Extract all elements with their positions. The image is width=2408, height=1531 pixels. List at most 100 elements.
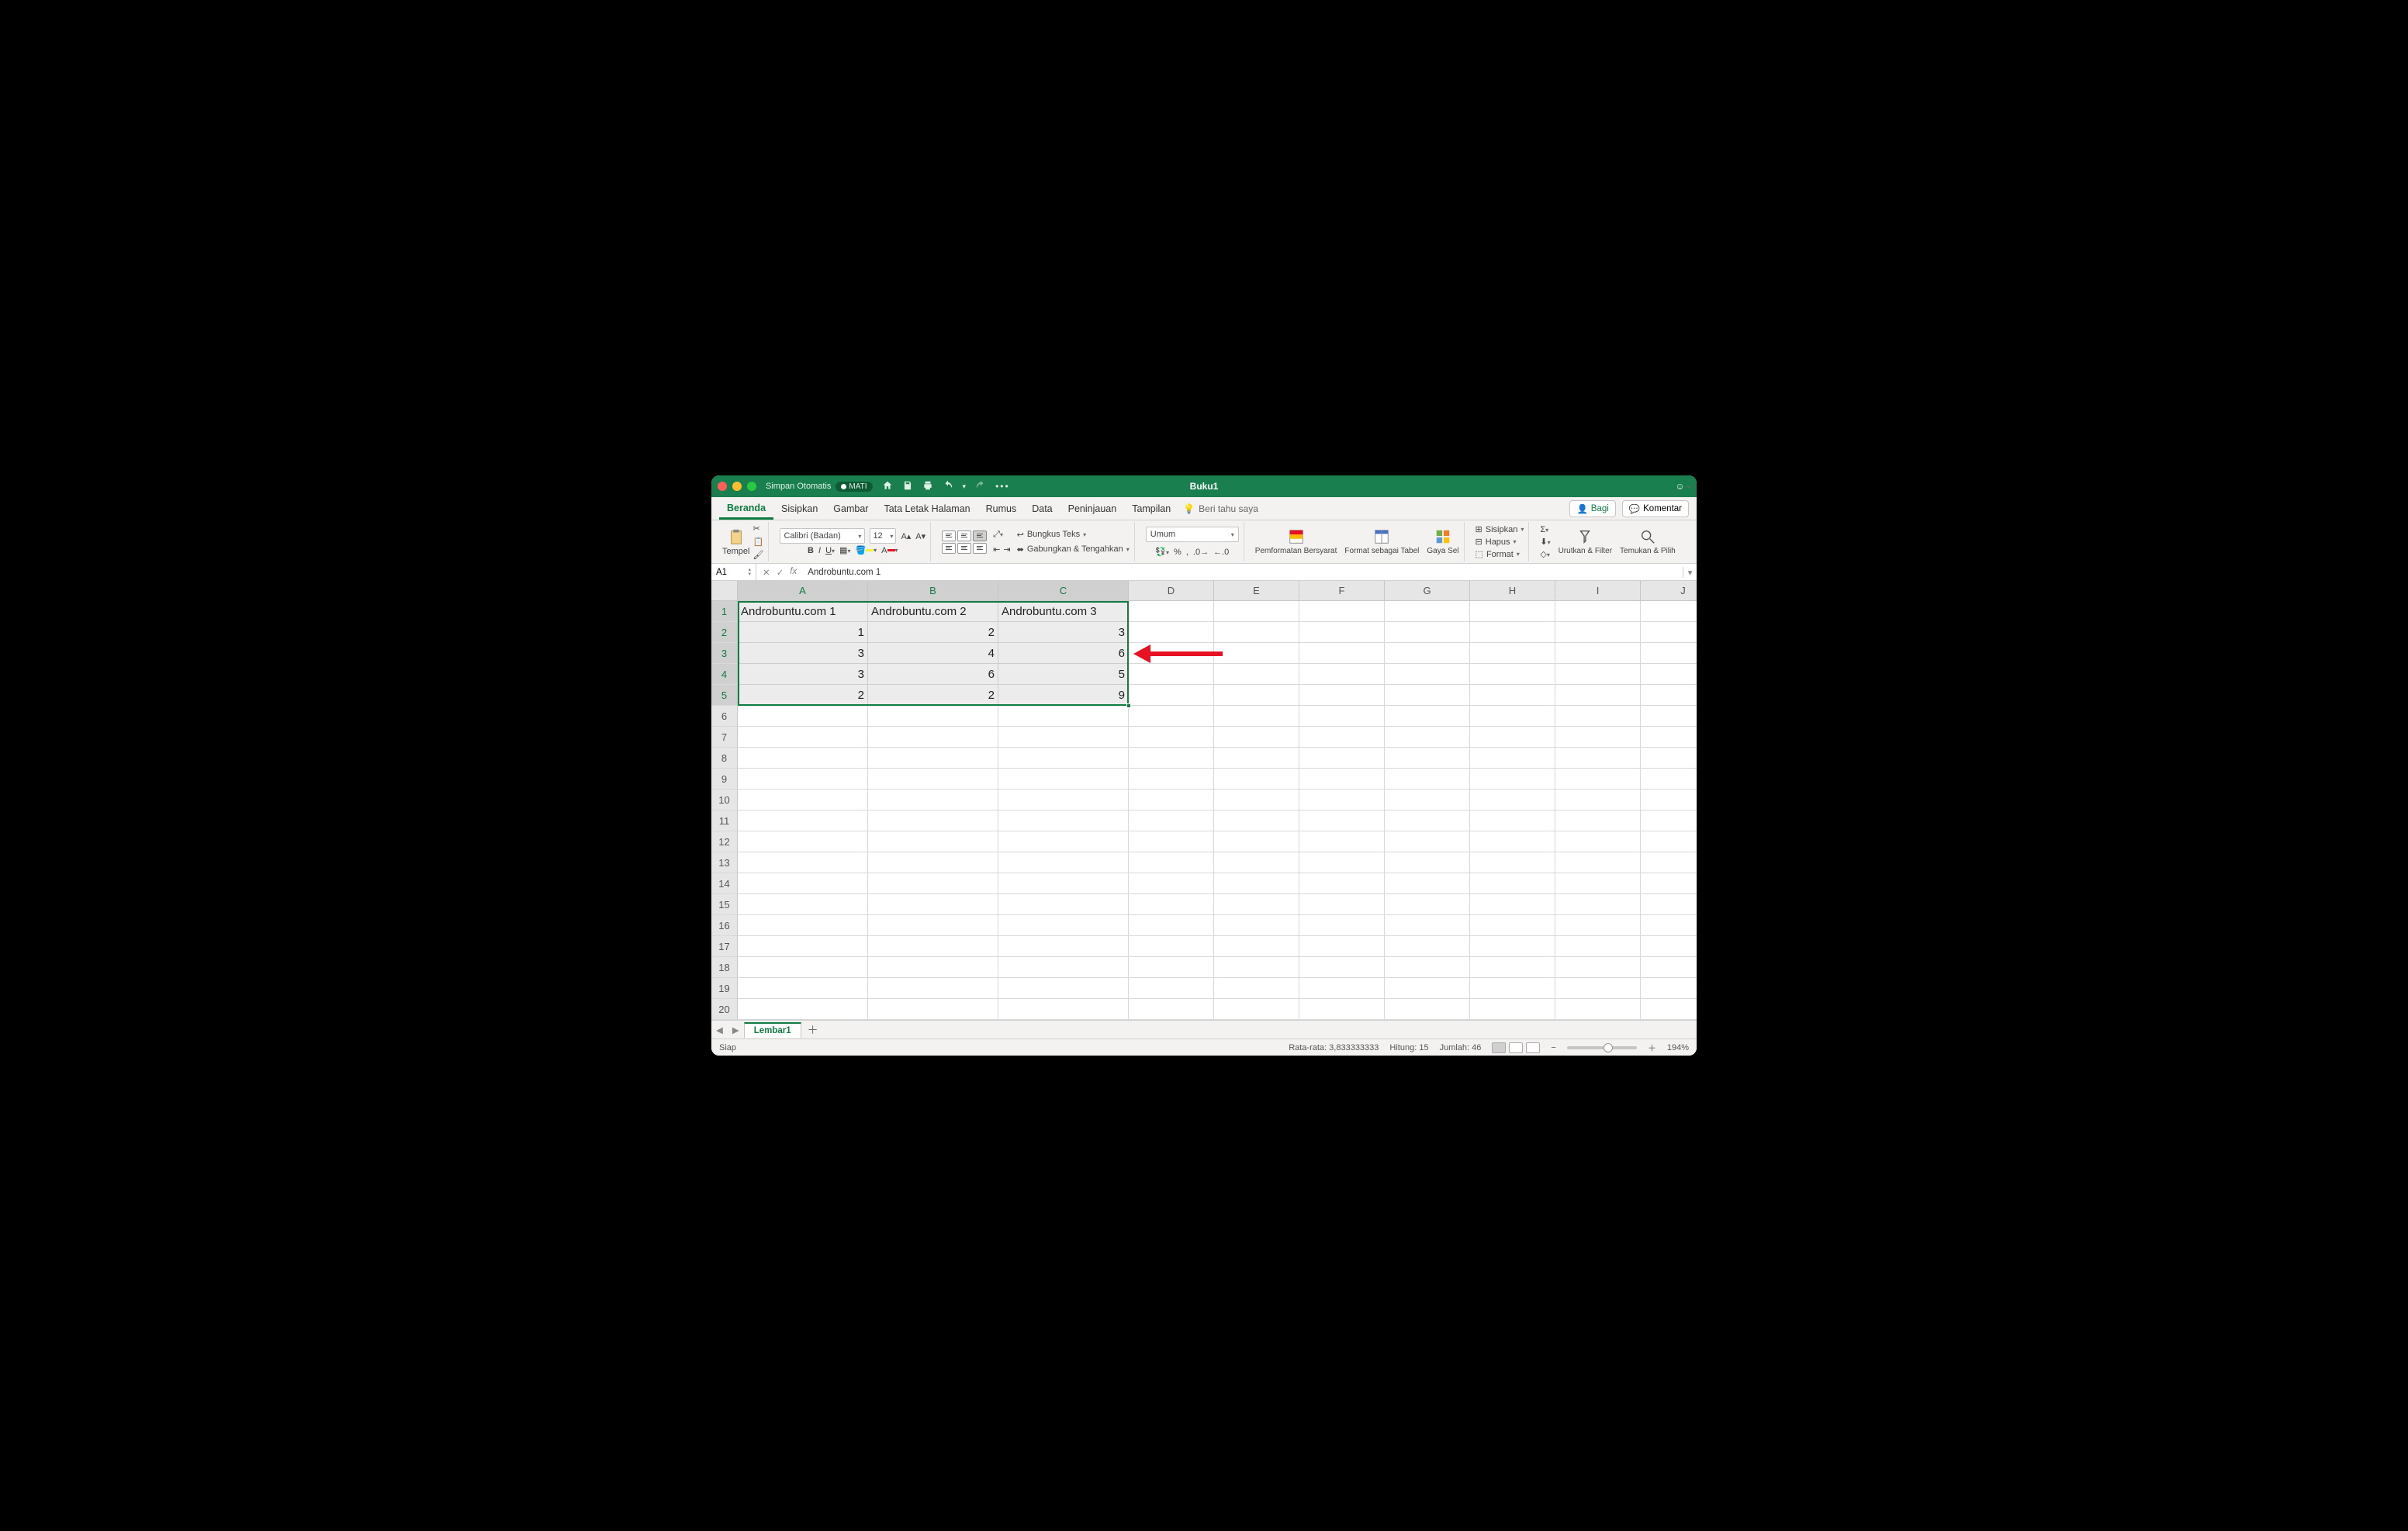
font-color-button[interactable]: A▾ — [881, 546, 898, 555]
cell[interactable] — [1555, 957, 1641, 978]
tab-rumus[interactable]: Rumus — [978, 499, 1025, 519]
cell[interactable] — [1214, 748, 1299, 769]
cell[interactable] — [1470, 852, 1555, 873]
fx-icon[interactable]: fx — [790, 567, 797, 578]
cell[interactable] — [868, 894, 998, 915]
cell[interactable] — [1555, 873, 1641, 894]
cell[interactable] — [1214, 643, 1299, 664]
cell[interactable] — [1129, 748, 1214, 769]
cell[interactable] — [1641, 706, 1697, 727]
cell[interactable] — [1385, 810, 1470, 831]
cell[interactable] — [868, 790, 998, 810]
column-header[interactable]: G — [1385, 581, 1470, 601]
column-header[interactable]: C — [998, 581, 1129, 601]
autosum-icon[interactable]: Σ▾ — [1540, 525, 1550, 534]
cell[interactable] — [1470, 643, 1555, 664]
cell[interactable] — [868, 999, 998, 1020]
cell[interactable] — [1470, 978, 1555, 999]
cell[interactable] — [1129, 664, 1214, 685]
insert-cells-button[interactable]: ⊞Sisipkan▾ — [1476, 524, 1524, 534]
tab-tampilan[interactable]: Tampilan — [1124, 499, 1178, 519]
minimize-icon[interactable] — [732, 482, 742, 491]
zoom-level[interactable]: 194% — [1667, 1043, 1689, 1052]
cell[interactable] — [1129, 915, 1214, 936]
cell[interactable] — [1555, 790, 1641, 810]
cell[interactable] — [1555, 664, 1641, 685]
font-size-select[interactable]: 12▾ — [870, 528, 896, 544]
align-top-center[interactable] — [957, 530, 971, 541]
currency-icon[interactable]: 💱▾ — [1155, 547, 1169, 557]
cell[interactable] — [998, 831, 1129, 852]
cell[interactable] — [1214, 831, 1299, 852]
row-header[interactable]: 14 — [711, 873, 738, 894]
row-header[interactable]: 11 — [711, 810, 738, 831]
format-as-table-button[interactable]: Format sebagai Tabel — [1344, 528, 1419, 555]
cell[interactable] — [1214, 957, 1299, 978]
column-header[interactable]: E — [1214, 581, 1299, 601]
cell[interactable] — [1299, 831, 1385, 852]
cell[interactable] — [1385, 727, 1470, 748]
cell[interactable] — [1641, 748, 1697, 769]
formula-input[interactable]: Androbuntu.com 1 — [803, 568, 1683, 577]
paste-button[interactable]: Tempel — [722, 528, 749, 556]
cell[interactable] — [1129, 894, 1214, 915]
cell[interactable] — [1470, 769, 1555, 790]
cell[interactable] — [1555, 622, 1641, 643]
cut-icon[interactable]: ✂ — [752, 524, 763, 534]
cell[interactable] — [1470, 622, 1555, 643]
cell[interactable] — [1641, 643, 1697, 664]
cell[interactable] — [1641, 664, 1697, 685]
maximize-icon[interactable] — [747, 482, 756, 491]
tab-tata-letak-halaman[interactable]: Tata Letak Halaman — [876, 499, 977, 519]
comma-icon[interactable]: , — [1186, 548, 1188, 557]
column-header[interactable]: I — [1555, 581, 1641, 601]
page-break-view-icon[interactable] — [1526, 1042, 1540, 1053]
column-header[interactable]: F — [1299, 581, 1385, 601]
cell[interactable] — [1214, 622, 1299, 643]
cell[interactable] — [1470, 831, 1555, 852]
row-header[interactable]: 5 — [711, 685, 738, 706]
sort-filter-button[interactable]: Urutkan & Filter — [1559, 528, 1612, 555]
increase-decimal-icon[interactable]: .0→ — [1193, 548, 1209, 557]
row-header[interactable]: 3 — [711, 643, 738, 664]
cell[interactable] — [1641, 790, 1697, 810]
wrap-text-button[interactable]: ↩Bungkus Teks▾ — [1017, 530, 1130, 540]
cell[interactable] — [868, 978, 998, 999]
copy-icon[interactable]: 📋 — [752, 537, 763, 547]
view-buttons[interactable] — [1492, 1042, 1540, 1053]
cell[interactable] — [1299, 852, 1385, 873]
cell[interactable] — [868, 831, 998, 852]
cell[interactable] — [738, 873, 868, 894]
home-icon[interactable] — [882, 480, 893, 493]
cell[interactable] — [738, 852, 868, 873]
cell[interactable] — [1470, 664, 1555, 685]
cell[interactable] — [1299, 790, 1385, 810]
cell[interactable] — [1299, 957, 1385, 978]
redo-icon[interactable] — [975, 480, 986, 493]
cell[interactable] — [738, 810, 868, 831]
cell-styles-button[interactable]: Gaya Sel — [1427, 528, 1458, 555]
cancel-icon[interactable]: ✕ — [763, 567, 770, 578]
page-layout-view-icon[interactable] — [1509, 1042, 1523, 1053]
enter-icon[interactable]: ✓ — [777, 567, 784, 578]
more-icon[interactable]: ••• — [995, 481, 1010, 492]
cell[interactable] — [1555, 643, 1641, 664]
cell[interactable] — [1641, 831, 1697, 852]
cell[interactable] — [1470, 873, 1555, 894]
cell[interactable] — [1129, 601, 1214, 622]
cell[interactable] — [1555, 748, 1641, 769]
tab-gambar[interactable]: Gambar — [825, 499, 876, 519]
cell[interactable] — [1299, 810, 1385, 831]
cell[interactable] — [868, 706, 998, 727]
autosave-control[interactable]: Simpan Otomatis MATI — [766, 482, 873, 492]
row-header[interactable]: 18 — [711, 957, 738, 978]
tab-sisipkan[interactable]: Sisipkan — [773, 499, 825, 519]
cell[interactable] — [1385, 769, 1470, 790]
cell[interactable] — [1641, 999, 1697, 1020]
cell[interactable] — [1641, 810, 1697, 831]
autosave-toggle[interactable]: MATI — [836, 482, 872, 492]
cell[interactable] — [738, 727, 868, 748]
cell[interactable]: 1 — [738, 622, 868, 643]
row-header[interactable]: 15 — [711, 894, 738, 915]
cell[interactable] — [738, 790, 868, 810]
